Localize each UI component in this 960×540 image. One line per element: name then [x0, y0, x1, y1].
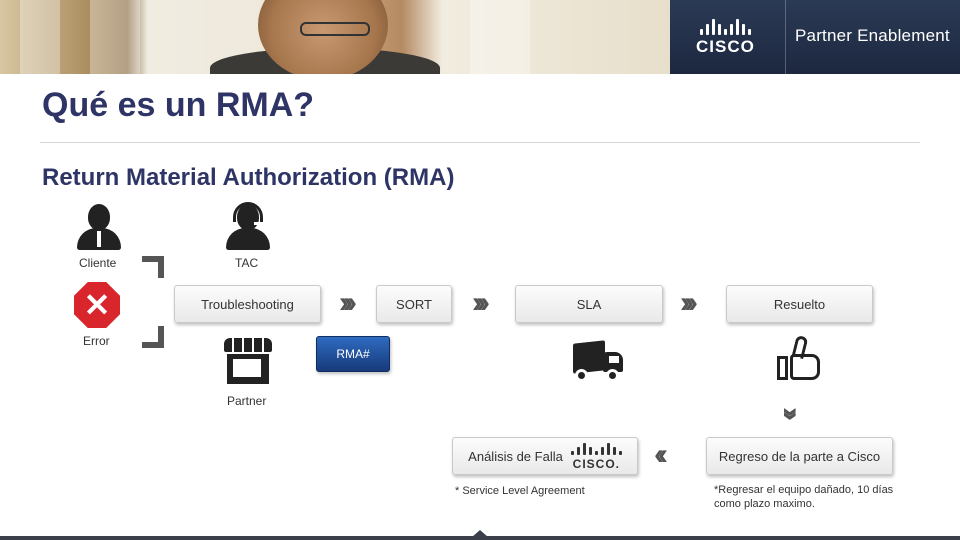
truck-icon — [573, 338, 623, 384]
cisco-logo-word: Cisco — [696, 37, 755, 56]
slide-title: Qué es un RMA? — [42, 86, 315, 124]
corner-arrow-down-icon — [142, 326, 164, 348]
step-sla: SLA — [515, 285, 663, 323]
step-troubleshooting: Troubleshooting — [174, 285, 321, 323]
thumbs-up-icon — [777, 334, 825, 382]
sla-footnote: * Service Level Agreement — [455, 485, 585, 497]
step-failure-analysis: Análisis de Falla cisco. — [452, 437, 638, 475]
error-label: Error — [83, 334, 110, 348]
chevron-right-icon: ››› — [472, 286, 490, 319]
customer-icon — [75, 204, 123, 252]
header-banner: Cisco Partner Enablement — [0, 0, 960, 74]
slide-subtitle: Return Material Authorization (RMA) — [42, 164, 455, 191]
bottom-bar — [0, 536, 960, 540]
chevron-down-icon: ›› — [774, 407, 808, 415]
return-footnote: *Regresar el equipo dañado, 10 días como… — [714, 484, 894, 510]
chevron-right-icon: ››› — [680, 286, 698, 319]
chevron-left-icon: ‹‹ — [654, 438, 668, 471]
partner-label: Partner — [227, 394, 267, 408]
title-divider — [40, 142, 920, 143]
cisco-logo-word: cisco. — [572, 456, 620, 471]
store-icon — [224, 338, 272, 384]
corner-arrow-up-icon — [142, 256, 164, 278]
cisco-logo: cisco. — [570, 442, 622, 471]
failure-analysis-label: Análisis de Falla — [468, 448, 563, 464]
rma-number-badge: RMA# — [316, 336, 390, 372]
chevron-right-icon: ››› — [339, 286, 357, 319]
cisco-logo: Cisco — [696, 19, 755, 55]
header-photo — [0, 0, 670, 74]
tac-label: TAC — [235, 256, 259, 270]
brand-panel: Cisco Partner Enablement — [670, 0, 960, 74]
customer-label: Cliente — [79, 256, 117, 270]
step-sort: SORT — [376, 285, 452, 323]
tac-agent-icon — [224, 202, 272, 252]
step-resuelto: Resuelto — [726, 285, 873, 323]
program-name: Partner Enablement — [795, 26, 950, 45]
step-return-to-cisco: Regreso de la parte a Cisco — [706, 437, 893, 475]
error-x-icon: ✕ — [74, 282, 120, 328]
